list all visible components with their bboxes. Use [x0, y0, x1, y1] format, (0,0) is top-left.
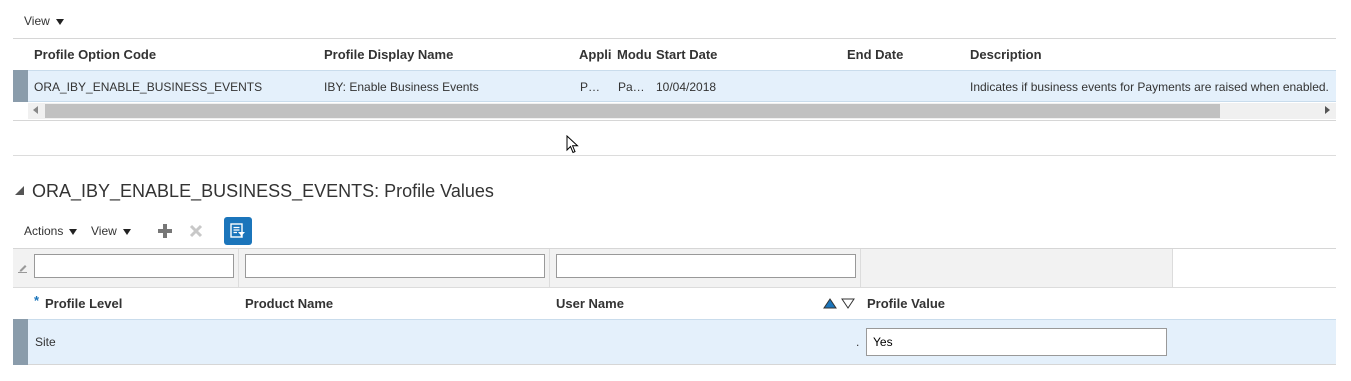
filter-row-bottom-border [13, 287, 1336, 288]
filter-column-divider [238, 249, 239, 287]
delete-icon[interactable] [189, 224, 203, 238]
section-title: ORA_IBY_ENABLE_BUSINESS_EVENTS: Profile … [32, 181, 494, 201]
query-by-example-icon [230, 223, 245, 238]
row-selection-marker [13, 70, 28, 102]
mouse-cursor-icon [566, 135, 579, 154]
query-by-example-button[interactable] [224, 217, 252, 245]
view-menu-values[interactable]: View [91, 224, 131, 238]
view-menu[interactable]: View [24, 14, 64, 28]
column-header-application[interactable]: Appli [579, 47, 613, 62]
edit-pencil-icon [18, 265, 27, 273]
add-icon[interactable] [158, 224, 172, 238]
column-header-product-name[interactable]: Product Name [245, 296, 333, 311]
view-menu-label: View [24, 14, 50, 28]
cell-profile-option-code: ORA_IBY_ENABLE_BUSINESS_EVENTS [34, 80, 263, 94]
scroll-left-icon[interactable] [33, 106, 38, 114]
chevron-down-icon [69, 228, 78, 235]
cell-module: Pa… [618, 80, 645, 94]
column-header-end-date[interactable]: End Date [847, 47, 903, 62]
table-bottom-border [13, 120, 1336, 121]
actions-menu-label: Actions [24, 224, 64, 238]
sort-descending-icon[interactable] [841, 298, 855, 309]
chevron-down-icon [55, 18, 64, 25]
sort-ascending-icon[interactable] [823, 298, 837, 309]
cell-profile-level: Site [35, 335, 56, 349]
collapse-triangle-icon[interactable] [14, 185, 25, 196]
actions-menu[interactable]: Actions [24, 224, 78, 238]
cell-description: Indicates if business events for Payment… [970, 80, 1329, 94]
column-header-start-date[interactable]: Start Date [656, 47, 717, 62]
chevron-down-icon [122, 228, 131, 235]
column-header-description[interactable]: Description [970, 47, 1042, 62]
required-marker: * [34, 293, 40, 308]
column-header-profile-option-code[interactable]: Profile Option Code [34, 47, 156, 62]
scroll-right-icon[interactable] [1325, 106, 1330, 114]
row-selection-marker [13, 319, 28, 365]
column-header-user-name[interactable]: User Name [556, 296, 624, 311]
column-header-profile-level[interactable]: Profile Level [45, 296, 122, 311]
column-header-profile-display-name[interactable]: Profile Display Name [324, 47, 453, 62]
filter-column-divider [860, 249, 861, 287]
filter-input-product-name[interactable] [245, 254, 545, 278]
table-top-border [13, 38, 1336, 39]
section-divider [13, 155, 1336, 156]
cell-user-name: . [856, 335, 860, 349]
filter-column-divider [549, 249, 550, 287]
scrollbar-thumb[interactable] [45, 104, 1220, 118]
profile-value-input[interactable] [866, 328, 1167, 356]
column-header-profile-value[interactable]: Profile Value [867, 296, 945, 311]
filter-input-profile-level[interactable] [34, 254, 234, 278]
cell-start-date: 10/04/2018 [656, 80, 717, 94]
filter-input-user-name[interactable] [556, 254, 856, 278]
cell-application: P… [580, 80, 601, 94]
column-header-module[interactable]: Modu [617, 47, 652, 62]
cell-profile-display-name: IBY: Enable Business Events [324, 80, 479, 94]
view-menu-values-label: View [91, 224, 117, 238]
